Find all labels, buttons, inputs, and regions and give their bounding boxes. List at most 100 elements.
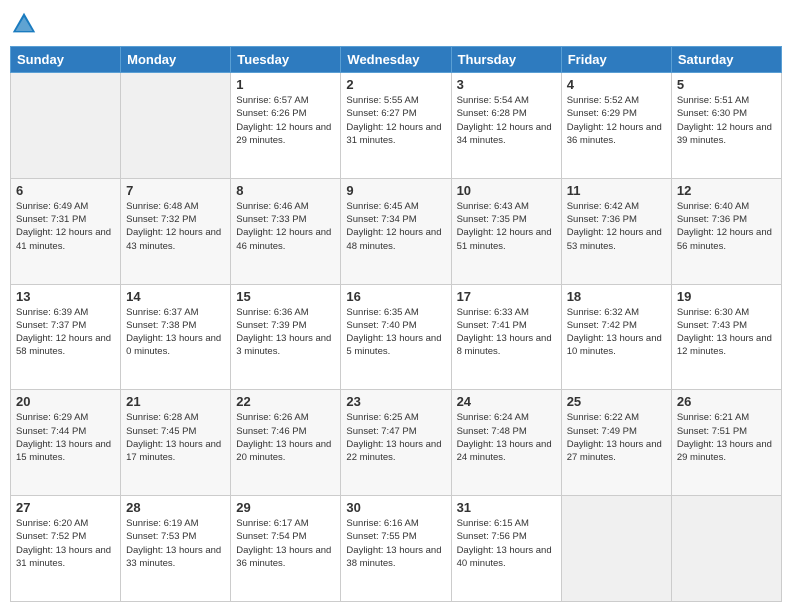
day-number: 11 xyxy=(567,183,666,198)
calendar-cell: 4 Sunrise: 5:52 AMSunset: 6:29 PMDayligh… xyxy=(561,73,671,179)
weekday-header-wednesday: Wednesday xyxy=(341,47,451,73)
day-number: 6 xyxy=(16,183,115,198)
day-info: Sunrise: 5:51 AMSunset: 6:30 PMDaylight:… xyxy=(677,95,772,146)
day-number: 2 xyxy=(346,77,445,92)
day-info: Sunrise: 6:30 AMSunset: 7:43 PMDaylight:… xyxy=(677,307,772,358)
day-info: Sunrise: 5:52 AMSunset: 6:29 PMDaylight:… xyxy=(567,95,662,146)
weekday-header-row: SundayMondayTuesdayWednesdayThursdayFrid… xyxy=(11,47,782,73)
page: SundayMondayTuesdayWednesdayThursdayFrid… xyxy=(0,0,792,612)
day-info: Sunrise: 6:25 AMSunset: 7:47 PMDaylight:… xyxy=(346,412,441,463)
day-number: 8 xyxy=(236,183,335,198)
day-info: Sunrise: 6:43 AMSunset: 7:35 PMDaylight:… xyxy=(457,201,552,252)
weekday-header-sunday: Sunday xyxy=(11,47,121,73)
day-number: 22 xyxy=(236,394,335,409)
calendar-cell: 12 Sunrise: 6:40 AMSunset: 7:36 PMDaylig… xyxy=(671,178,781,284)
day-number: 25 xyxy=(567,394,666,409)
calendar-cell: 14 Sunrise: 6:37 AMSunset: 7:38 PMDaylig… xyxy=(121,284,231,390)
calendar-cell: 23 Sunrise: 6:25 AMSunset: 7:47 PMDaylig… xyxy=(341,390,451,496)
calendar-cell: 1 Sunrise: 6:57 AMSunset: 6:26 PMDayligh… xyxy=(231,73,341,179)
day-number: 18 xyxy=(567,289,666,304)
calendar-week-row: 6 Sunrise: 6:49 AMSunset: 7:31 PMDayligh… xyxy=(11,178,782,284)
calendar-table: SundayMondayTuesdayWednesdayThursdayFrid… xyxy=(10,46,782,602)
calendar-cell: 26 Sunrise: 6:21 AMSunset: 7:51 PMDaylig… xyxy=(671,390,781,496)
calendar-cell: 7 Sunrise: 6:48 AMSunset: 7:32 PMDayligh… xyxy=(121,178,231,284)
calendar-cell: 30 Sunrise: 6:16 AMSunset: 7:55 PMDaylig… xyxy=(341,496,451,602)
weekday-header-friday: Friday xyxy=(561,47,671,73)
calendar-cell: 16 Sunrise: 6:35 AMSunset: 7:40 PMDaylig… xyxy=(341,284,451,390)
calendar-cell: 3 Sunrise: 5:54 AMSunset: 6:28 PMDayligh… xyxy=(451,73,561,179)
day-info: Sunrise: 6:16 AMSunset: 7:55 PMDaylight:… xyxy=(346,518,441,569)
calendar-cell: 28 Sunrise: 6:19 AMSunset: 7:53 PMDaylig… xyxy=(121,496,231,602)
day-number: 5 xyxy=(677,77,776,92)
day-info: Sunrise: 6:35 AMSunset: 7:40 PMDaylight:… xyxy=(346,307,441,358)
day-info: Sunrise: 6:39 AMSunset: 7:37 PMDaylight:… xyxy=(16,307,111,358)
calendar-cell: 19 Sunrise: 6:30 AMSunset: 7:43 PMDaylig… xyxy=(671,284,781,390)
calendar-cell: 21 Sunrise: 6:28 AMSunset: 7:45 PMDaylig… xyxy=(121,390,231,496)
day-number: 12 xyxy=(677,183,776,198)
calendar-cell xyxy=(561,496,671,602)
logo-icon xyxy=(10,10,38,38)
day-info: Sunrise: 6:26 AMSunset: 7:46 PMDaylight:… xyxy=(236,412,331,463)
calendar-week-row: 20 Sunrise: 6:29 AMSunset: 7:44 PMDaylig… xyxy=(11,390,782,496)
calendar-cell xyxy=(11,73,121,179)
calendar-cell: 5 Sunrise: 5:51 AMSunset: 6:30 PMDayligh… xyxy=(671,73,781,179)
day-number: 28 xyxy=(126,500,225,515)
day-info: Sunrise: 6:33 AMSunset: 7:41 PMDaylight:… xyxy=(457,307,552,358)
calendar-cell: 11 Sunrise: 6:42 AMSunset: 7:36 PMDaylig… xyxy=(561,178,671,284)
calendar-cell xyxy=(121,73,231,179)
calendar-cell: 10 Sunrise: 6:43 AMSunset: 7:35 PMDaylig… xyxy=(451,178,561,284)
day-info: Sunrise: 6:42 AMSunset: 7:36 PMDaylight:… xyxy=(567,201,662,252)
day-info: Sunrise: 6:40 AMSunset: 7:36 PMDaylight:… xyxy=(677,201,772,252)
day-info: Sunrise: 6:22 AMSunset: 7:49 PMDaylight:… xyxy=(567,412,662,463)
calendar-week-row: 1 Sunrise: 6:57 AMSunset: 6:26 PMDayligh… xyxy=(11,73,782,179)
day-info: Sunrise: 6:36 AMSunset: 7:39 PMDaylight:… xyxy=(236,307,331,358)
calendar-cell: 31 Sunrise: 6:15 AMSunset: 7:56 PMDaylig… xyxy=(451,496,561,602)
day-number: 24 xyxy=(457,394,556,409)
calendar-cell: 9 Sunrise: 6:45 AMSunset: 7:34 PMDayligh… xyxy=(341,178,451,284)
day-info: Sunrise: 6:15 AMSunset: 7:56 PMDaylight:… xyxy=(457,518,552,569)
day-number: 13 xyxy=(16,289,115,304)
day-number: 23 xyxy=(346,394,445,409)
calendar-cell: 15 Sunrise: 6:36 AMSunset: 7:39 PMDaylig… xyxy=(231,284,341,390)
day-info: Sunrise: 6:24 AMSunset: 7:48 PMDaylight:… xyxy=(457,412,552,463)
calendar-cell: 27 Sunrise: 6:20 AMSunset: 7:52 PMDaylig… xyxy=(11,496,121,602)
calendar-cell: 13 Sunrise: 6:39 AMSunset: 7:37 PMDaylig… xyxy=(11,284,121,390)
day-number: 15 xyxy=(236,289,335,304)
day-number: 31 xyxy=(457,500,556,515)
day-info: Sunrise: 5:54 AMSunset: 6:28 PMDaylight:… xyxy=(457,95,552,146)
day-number: 17 xyxy=(457,289,556,304)
day-info: Sunrise: 6:29 AMSunset: 7:44 PMDaylight:… xyxy=(16,412,111,463)
calendar-cell: 24 Sunrise: 6:24 AMSunset: 7:48 PMDaylig… xyxy=(451,390,561,496)
weekday-header-saturday: Saturday xyxy=(671,47,781,73)
weekday-header-thursday: Thursday xyxy=(451,47,561,73)
day-number: 1 xyxy=(236,77,335,92)
day-info: Sunrise: 6:37 AMSunset: 7:38 PMDaylight:… xyxy=(126,307,221,358)
calendar-cell: 8 Sunrise: 6:46 AMSunset: 7:33 PMDayligh… xyxy=(231,178,341,284)
day-info: Sunrise: 6:32 AMSunset: 7:42 PMDaylight:… xyxy=(567,307,662,358)
day-info: Sunrise: 6:48 AMSunset: 7:32 PMDaylight:… xyxy=(126,201,221,252)
calendar-cell: 22 Sunrise: 6:26 AMSunset: 7:46 PMDaylig… xyxy=(231,390,341,496)
calendar-cell: 18 Sunrise: 6:32 AMSunset: 7:42 PMDaylig… xyxy=(561,284,671,390)
calendar-week-row: 13 Sunrise: 6:39 AMSunset: 7:37 PMDaylig… xyxy=(11,284,782,390)
calendar-cell: 6 Sunrise: 6:49 AMSunset: 7:31 PMDayligh… xyxy=(11,178,121,284)
day-number: 20 xyxy=(16,394,115,409)
day-info: Sunrise: 6:21 AMSunset: 7:51 PMDaylight:… xyxy=(677,412,772,463)
weekday-header-monday: Monday xyxy=(121,47,231,73)
day-info: Sunrise: 5:55 AMSunset: 6:27 PMDaylight:… xyxy=(346,95,441,146)
calendar-week-row: 27 Sunrise: 6:20 AMSunset: 7:52 PMDaylig… xyxy=(11,496,782,602)
day-info: Sunrise: 6:45 AMSunset: 7:34 PMDaylight:… xyxy=(346,201,441,252)
day-info: Sunrise: 6:46 AMSunset: 7:33 PMDaylight:… xyxy=(236,201,331,252)
day-info: Sunrise: 6:17 AMSunset: 7:54 PMDaylight:… xyxy=(236,518,331,569)
calendar-cell xyxy=(671,496,781,602)
calendar-cell: 20 Sunrise: 6:29 AMSunset: 7:44 PMDaylig… xyxy=(11,390,121,496)
calendar-cell: 25 Sunrise: 6:22 AMSunset: 7:49 PMDaylig… xyxy=(561,390,671,496)
header xyxy=(10,10,782,38)
day-number: 7 xyxy=(126,183,225,198)
calendar-cell: 29 Sunrise: 6:17 AMSunset: 7:54 PMDaylig… xyxy=(231,496,341,602)
day-number: 16 xyxy=(346,289,445,304)
day-info: Sunrise: 6:28 AMSunset: 7:45 PMDaylight:… xyxy=(126,412,221,463)
day-number: 9 xyxy=(346,183,445,198)
day-info: Sunrise: 6:20 AMSunset: 7:52 PMDaylight:… xyxy=(16,518,111,569)
day-info: Sunrise: 6:57 AMSunset: 6:26 PMDaylight:… xyxy=(236,95,331,146)
day-info: Sunrise: 6:49 AMSunset: 7:31 PMDaylight:… xyxy=(16,201,111,252)
